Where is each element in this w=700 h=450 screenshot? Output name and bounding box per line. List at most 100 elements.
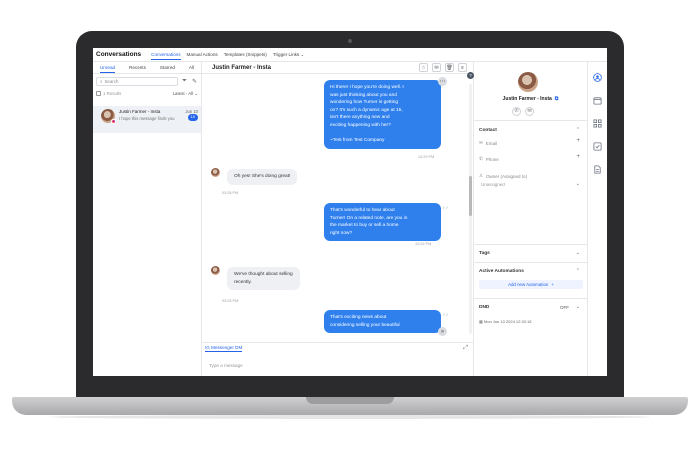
- contact-panel: Justin Farmer - Insta ⧉ ✆ ✉ Contact ⌃ ✉ Em…: [474, 62, 588, 376]
- sort-label: Latest - All: [172, 90, 194, 96]
- message-line: Oh yes! She's doing great!: [234, 174, 291, 179]
- star-icon[interactable]: ☆: [419, 63, 428, 72]
- calendar-icon[interactable]: [593, 95, 603, 105]
- message-line: exciting happening with her?: [330, 122, 391, 128]
- message-line: isn't there anything new and: [330, 115, 390, 121]
- conversation-preview: I hope this message finds you: [119, 116, 175, 121]
- chevron-down-icon[interactable]: ⌄: [576, 250, 580, 256]
- tab-trigger-links-label: Trigger Links: [272, 51, 300, 57]
- tab-templates[interactable]: Templates (Snippets): [224, 50, 267, 59]
- search-placeholder: Search: [104, 79, 119, 84]
- instagram-icon: [111, 119, 116, 124]
- message-line: Turner! On a related note, are you in: [330, 215, 408, 221]
- chevron-down-icon[interactable]: ⌄: [576, 304, 580, 310]
- unread-badge: 10: [187, 114, 198, 121]
- message-line: We've thought about selling: [234, 272, 293, 277]
- owner-label: Owner (Assigned to): [486, 173, 528, 179]
- divider: [474, 244, 588, 245]
- expand-icon[interactable]: ⤢: [463, 345, 468, 352]
- owner-dropdown[interactable]: Unassigned: [481, 182, 505, 187]
- user-icon[interactable]: [593, 72, 603, 82]
- chevron-up-icon[interactable]: ⌃: [576, 268, 580, 274]
- message-thread: Hi there! I hope you're doing well. I wa…: [202, 74, 474, 342]
- chevron-down-icon[interactable]: ⌄: [576, 181, 580, 187]
- search-icon: ⌕: [100, 79, 103, 84]
- phone-icon[interactable]: ✆: [512, 107, 521, 116]
- document-icon[interactable]: [593, 164, 603, 174]
- conversations-app: Conversations Conversations Manual Actio…: [93, 48, 607, 376]
- chevron-down-icon: ⌄: [300, 51, 305, 57]
- message-time: 03:28 PM: [222, 299, 239, 303]
- message-line: That's wonderful to hear about: [330, 208, 395, 213]
- contact-section-title: Contact: [479, 128, 497, 133]
- message-line: Hi there! I hope you're doing well. I: [330, 85, 404, 90]
- tab-trigger-links[interactable]: Trigger Links ⌄: [273, 50, 305, 60]
- email-label: Email: [485, 140, 498, 146]
- message-line: [330, 130, 435, 138]
- grid-icon[interactable]: [593, 118, 603, 128]
- chevron-up-icon[interactable]: ⌃: [576, 127, 580, 133]
- seen-icon: ✓✓: [442, 312, 449, 317]
- tab-all[interactable]: All: [189, 63, 194, 72]
- plus-icon: +: [551, 282, 554, 287]
- add-phone-icon[interactable]: +: [576, 154, 580, 160]
- mail-icon: ✉: [479, 140, 483, 145]
- dnd-toggle[interactable]: OFF: [560, 305, 569, 310]
- message-line: That's exciting news about: [330, 315, 387, 320]
- scroll-down-icon[interactable]: »: [438, 327, 447, 336]
- sort-dropdown[interactable]: Latest - All ⌄: [173, 91, 198, 97]
- filter-icon[interactable]: ⏷: [181, 78, 188, 85]
- phone-icon: ✆: [479, 156, 483, 161]
- contact-name-text: Justin Farmer - Insta: [502, 96, 552, 102]
- search-input[interactable]: ⌕ Search: [96, 77, 178, 86]
- add-automation-label: Add new Automation: [508, 282, 549, 287]
- incoming-message: Oh yes! She's doing great!: [227, 169, 298, 185]
- mail-open-icon[interactable]: ✉: [432, 63, 441, 72]
- tab-unread[interactable]: Unread: [99, 63, 116, 73]
- tags-section-title: Tags: [479, 251, 490, 256]
- outgoing-message: That's exciting news about considering s…: [324, 310, 441, 334]
- laptop-shadow: [50, 415, 650, 419]
- more-options-icon[interactable]: ⋯: [438, 77, 447, 86]
- message-time: 12:02 PM: [415, 242, 432, 246]
- message-line: recently.: [234, 279, 252, 285]
- chat-title: Justin Farmer - Insta: [212, 64, 272, 71]
- compose-icon[interactable]: ✎: [191, 78, 198, 85]
- tab-ig-messenger[interactable]: IG Messenger DM: [205, 345, 243, 352]
- message-line: right now?: [330, 230, 353, 236]
- tab-conversations[interactable]: Conversations: [151, 50, 181, 60]
- avatar: [211, 266, 220, 275]
- checkbox-icon[interactable]: [593, 141, 603, 151]
- message-input[interactable]: Type a message: [209, 363, 243, 368]
- chat-header: Justin Farmer - Insta ☆ ✉ 🗑 ≡: [202, 62, 473, 74]
- chat-panel: Justin Farmer - Insta ☆ ✉ 🗑 ≡ Hi there! …: [202, 62, 474, 376]
- tab-starred[interactable]: Starred: [160, 63, 175, 72]
- help-icon[interactable]: ?: [467, 72, 474, 79]
- external-link-icon[interactable]: ⧉: [555, 96, 559, 102]
- tab-recents[interactable]: Recents: [129, 63, 146, 72]
- conversation-name: Justin Farmer - Insta: [119, 109, 161, 114]
- filter-icon[interactable]: ≡: [458, 63, 467, 72]
- laptop-notch: [306, 397, 394, 404]
- add-automation-button[interactable]: Add new Automation +: [479, 280, 583, 289]
- phone-field[interactable]: ✆ Phone: [479, 156, 499, 162]
- message-line: considering selling your beautiful: [330, 322, 400, 328]
- scrollbar-thumb[interactable]: [469, 176, 472, 216]
- add-email-icon[interactable]: +: [576, 138, 580, 144]
- trash-icon[interactable]: 🗑: [445, 63, 454, 72]
- tab-manual-actions[interactable]: Manual Actions: [187, 50, 218, 59]
- camera-icon: [348, 39, 352, 43]
- message-time: 03:28 PM: [222, 191, 239, 195]
- mail-icon[interactable]: ✉: [525, 107, 534, 116]
- message-line: was just thinking about you and: [330, 92, 397, 98]
- contact-name: Justin Farmer - Insta ⧉: [474, 96, 587, 102]
- message-line: ~Test from Test Company: [330, 138, 385, 144]
- search-row: ⌕ Search ⏷ ✎: [93, 74, 201, 89]
- email-field[interactable]: ✉ Email: [479, 140, 497, 146]
- select-all-checkbox[interactable]: [96, 91, 101, 96]
- filter-row: 1 Results Latest - All ⌄: [93, 89, 201, 98]
- message-line: wondering how Turner is getting: [330, 100, 398, 106]
- laptop-screen: Conversations Conversations Manual Actio…: [93, 48, 607, 376]
- list-item[interactable]: Justin Farmer - Insta Jun 10 I hope this…: [93, 106, 201, 133]
- incoming-message: We've thought about selling recently.: [227, 267, 300, 291]
